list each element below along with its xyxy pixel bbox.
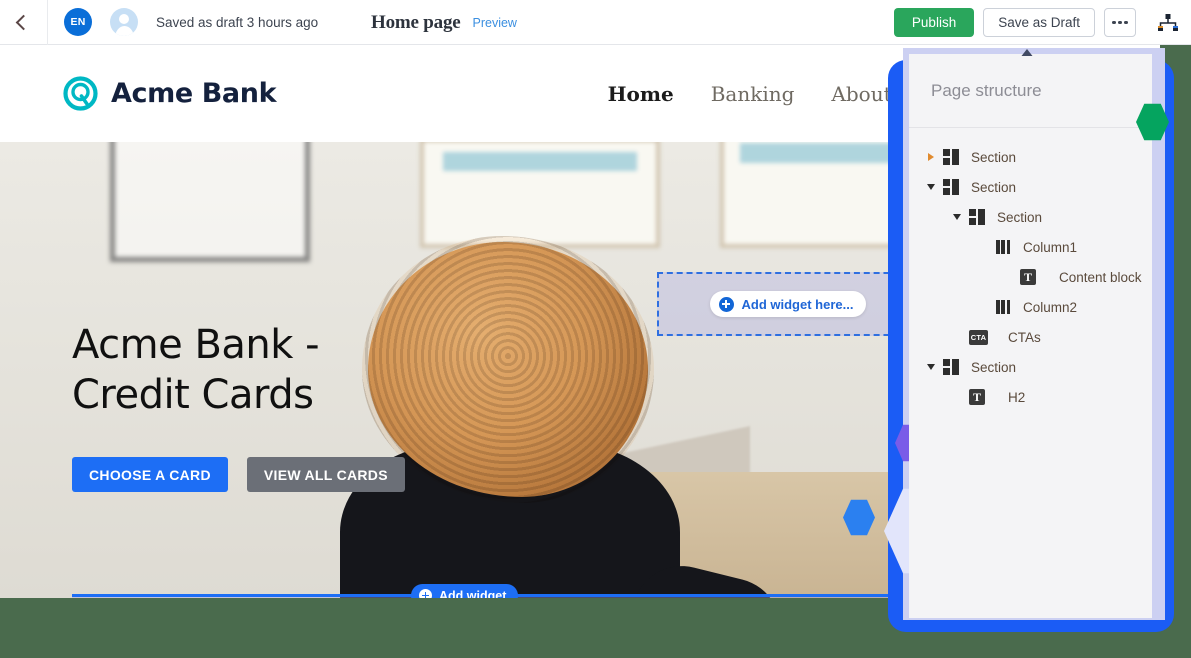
language-badge[interactable]: EN <box>64 8 92 36</box>
caret-down-icon[interactable] <box>923 184 939 190</box>
panel-scroll-up-icon[interactable] <box>1020 44 1034 56</box>
nav-item-banking[interactable]: Banking <box>711 82 795 106</box>
page-structure-tree: Section Section Section Column1 T Conten… <box>909 128 1152 412</box>
sitemap-icon <box>1158 13 1178 31</box>
page-title: Home page <box>371 11 461 33</box>
page-structure-panel: Page structure Section Section Section C… <box>909 54 1152 618</box>
acme-bank-logo-icon <box>62 75 99 112</box>
site-brand-name: Acme Bank <box>111 78 277 109</box>
add-widget-here-button[interactable]: Add widget here... <box>709 291 867 317</box>
more-options-button[interactable] <box>1104 8 1136 37</box>
cta-icon: CTA <box>969 329 988 345</box>
tree-item-column2[interactable]: Column2 <box>909 292 1152 322</box>
tree-item-label: Section <box>971 149 1017 165</box>
chevron-left-icon <box>15 14 32 30</box>
publish-button[interactable]: Publish <box>893 8 975 37</box>
hero-heading: Acme Bank - Credit Cards <box>72 321 320 420</box>
add-widget-button[interactable]: Add widget <box>411 584 519 599</box>
tree-item-section[interactable]: Section <box>909 352 1152 382</box>
page-structure-title: Page structure <box>931 80 1042 100</box>
wall-frame-2 <box>420 142 660 248</box>
choose-a-card-button[interactable]: CHOOSE A CARD <box>72 457 228 492</box>
hero-heading-line2: Credit Cards <box>72 371 314 418</box>
ellipsis-icon <box>1112 20 1116 25</box>
save-as-draft-button[interactable]: Save as Draft <box>983 8 1095 37</box>
back-button[interactable] <box>0 0 48 45</box>
tree-item-label: CTAs <box>1008 329 1041 345</box>
section-icon <box>943 179 962 195</box>
section-icon <box>943 359 962 375</box>
app-root: Acme Bank Home Banking About Us Contact … <box>0 0 1191 658</box>
editor-top-bar: EN Saved as draft 3 hours ago Home page … <box>0 0 1191 45</box>
tree-item-label: H2 <box>1008 389 1026 405</box>
tree-item-label: Content block <box>1059 269 1142 285</box>
site-logo[interactable]: Acme Bank <box>62 75 277 112</box>
caret-right-icon[interactable] <box>923 153 939 161</box>
tree-item-ctas[interactable]: CTA CTAs <box>909 322 1152 352</box>
user-avatar-icon[interactable] <box>110 8 138 36</box>
add-widget-label: Add widget <box>439 588 507 599</box>
view-all-cards-button[interactable]: VIEW ALL CARDS <box>246 457 405 492</box>
tree-item-label: Section <box>971 179 1017 195</box>
add-widget-here-label: Add widget here... <box>741 296 854 312</box>
text-block-icon: T <box>969 389 985 405</box>
preview-link[interactable]: Preview <box>473 16 517 30</box>
tree-item-label: Section <box>971 359 1017 375</box>
column-icon <box>995 299 1014 315</box>
wall-frame-1 <box>110 142 310 262</box>
plus-circle-icon <box>718 296 734 312</box>
tree-item-column1[interactable]: Column1 <box>909 232 1152 262</box>
sitemap-button[interactable] <box>1145 0 1191 45</box>
tree-item-h2[interactable]: T H2 <box>909 382 1152 412</box>
section-icon <box>943 149 962 165</box>
tree-item-section[interactable]: Section <box>909 172 1152 202</box>
column-icon <box>995 239 1014 255</box>
plus-circle-icon <box>419 589 432 598</box>
hero-cta-group: CHOOSE A CARD VIEW ALL CARDS <box>72 457 405 492</box>
tree-item-section[interactable]: Section <box>909 142 1152 172</box>
caret-down-icon[interactable] <box>949 214 965 220</box>
text-block-icon: T <box>1020 269 1036 285</box>
top-bar-actions: Publish Save as Draft <box>893 0 1191 45</box>
caret-down-icon[interactable] <box>923 364 939 370</box>
add-widget-here-dropzone[interactable]: Add widget here... <box>657 272 919 336</box>
page-structure-header: Page structure <box>909 54 1152 128</box>
nav-item-home[interactable]: Home <box>608 82 674 106</box>
tree-item-label: Section <box>997 209 1043 225</box>
section-icon <box>969 209 988 225</box>
tree-item-label: Column1 <box>1023 239 1078 255</box>
tree-item-label: Column2 <box>1023 299 1078 315</box>
tree-item-section[interactable]: Section <box>909 202 1152 232</box>
tree-item-content-block[interactable]: T Content block <box>909 262 1152 292</box>
save-status-text: Saved as draft 3 hours ago <box>156 14 319 30</box>
hero-heading-line1: Acme Bank - <box>72 322 320 368</box>
page-title-group: Home page Preview <box>371 0 517 45</box>
